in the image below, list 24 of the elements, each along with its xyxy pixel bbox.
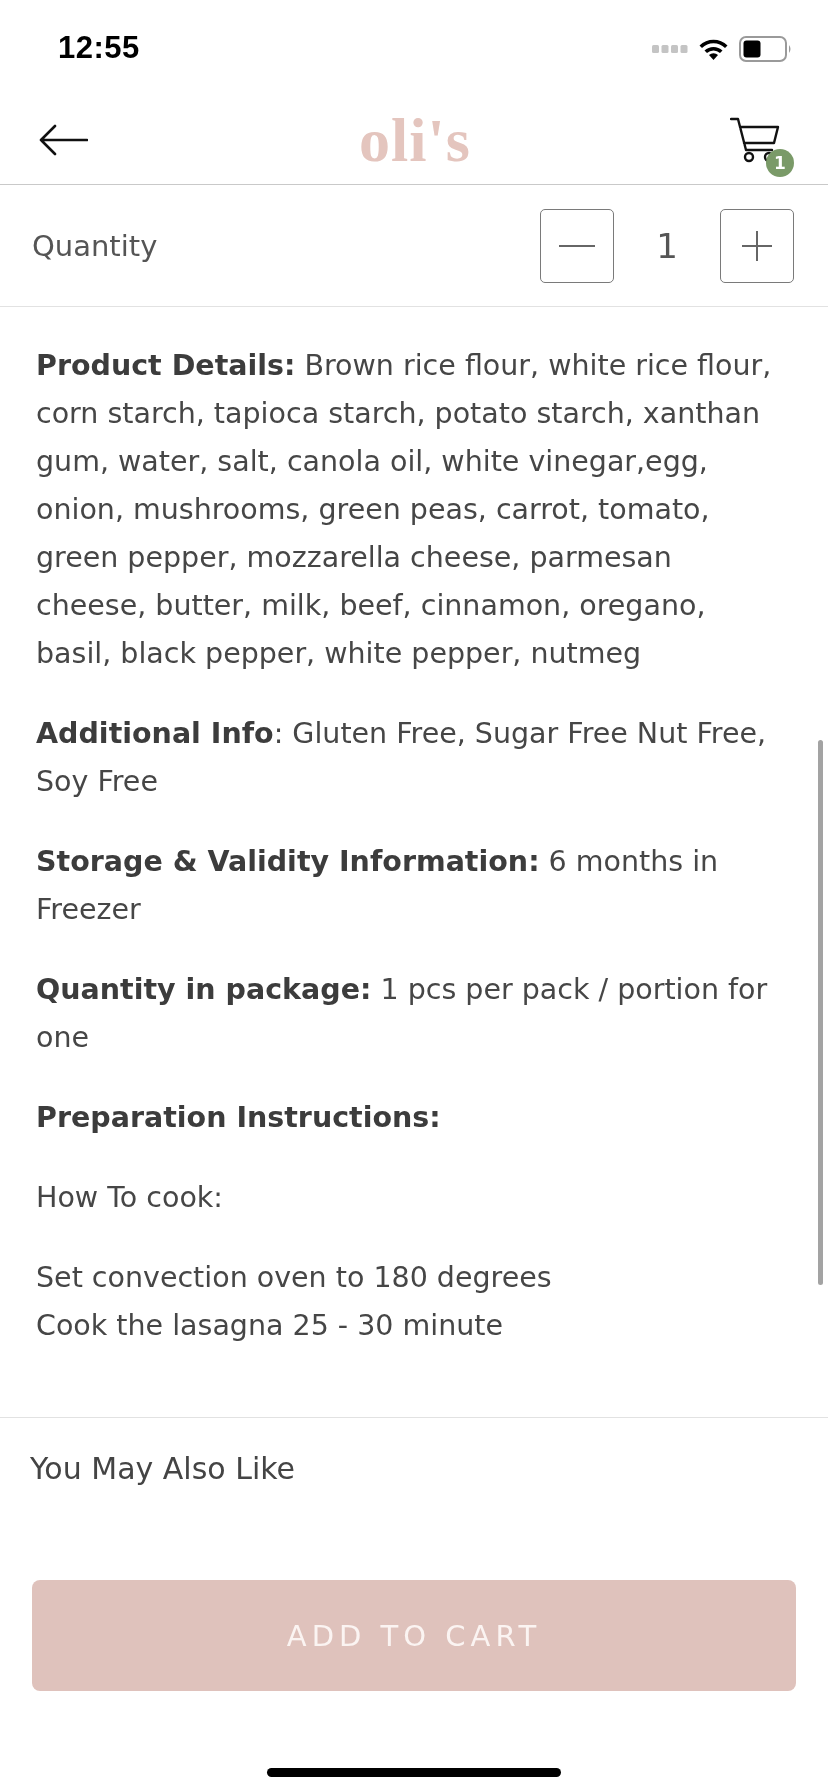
back-button[interactable] [38,124,88,156]
instruction-line: Cook the lasagna 25 - 30 minute [36,1308,505,1344]
details-paragraph: Additional Info: Gluten Free, Sugar Free Nut Free, Soy Free [36,716,768,800]
quantity-label: Quantity [32,228,158,263]
details-paragraph: Storage & Validity Information: 6 months in Freezer [36,844,720,928]
signal-icon [652,45,688,53]
battery-icon [739,36,792,62]
wifi-icon [698,38,729,60]
brand-logo: oli's [359,106,471,174]
decrement-button[interactable] [540,208,614,283]
quantity-value: 1 [655,225,679,266]
minus-icon [559,244,595,247]
cart-button[interactable]: 1 [730,117,794,177]
details-paragraph: Product Details: Brown rice flour, white rice flour, corn starch, tapioca starch, potato starch, xanthan gum, water, salt, canola oil, white vinegar,egg, onion, mushrooms, green peas, carrot, tomato, green pepper, mozzarella cheese, parmesan cheese, butter, milk, beef, cinnamon, oregano, basil, black pepper, white pepper, nutmeg [36,348,773,672]
section-title: You May Also Like [30,1451,295,1486]
instruction-line: Set convection oven to 180 degrees [36,1260,553,1296]
section-heading: Preparation Instructions: [36,1100,442,1136]
details-paragraph: How To cook: [36,1180,224,1216]
cart-badge: 1 [766,149,794,177]
plus-icon [742,230,772,261]
status-time: 12:55 [58,30,140,66]
details-paragraph: Quantity in package: 1 pcs per pack / portion for one [36,972,769,1056]
arrow-left-icon [38,124,88,156]
increment-button[interactable] [720,208,794,283]
